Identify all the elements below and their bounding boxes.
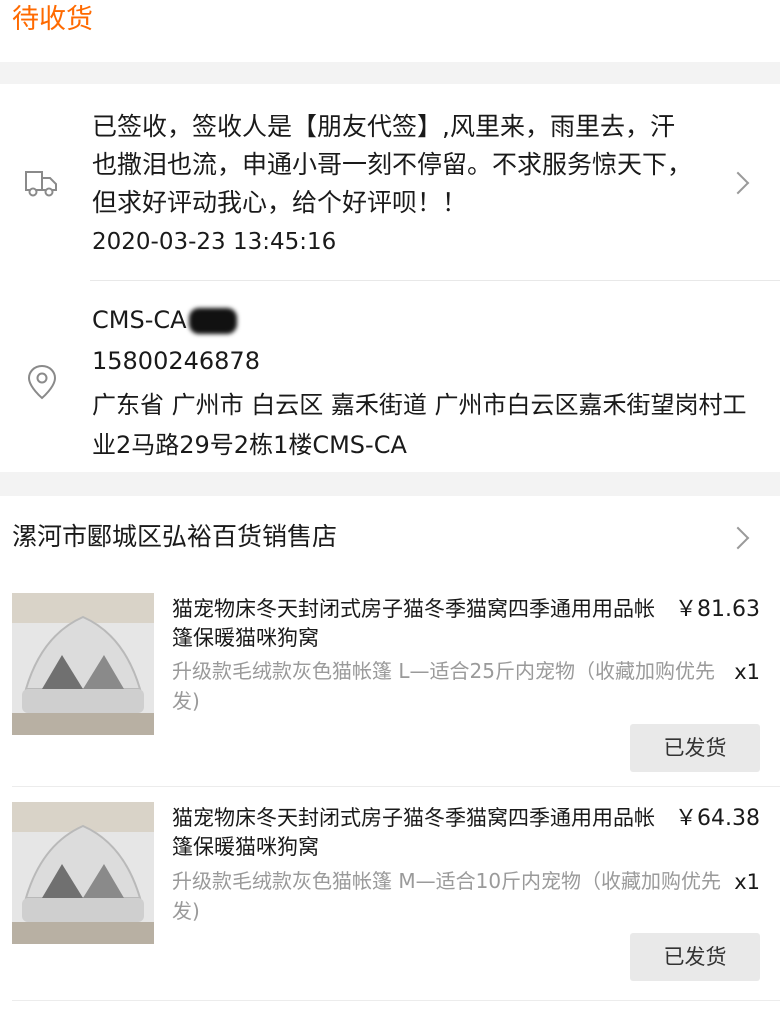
- product-title[interactable]: 猫宠物床冬天封闭式房子猫冬季猫窝四季通用用品帐篷保暖猫咪狗窝: [172, 595, 672, 653]
- shop-name[interactable]: 漯河市郾城区弘裕百货销售店: [12, 517, 337, 557]
- truck-icon: [25, 171, 57, 197]
- product-title[interactable]: 猫宠物床冬天封闭式房子猫冬季猫窝四季通用用品帐篷保暖猫咪狗窝: [172, 804, 672, 862]
- shipped-button[interactable]: 已发货: [630, 724, 760, 772]
- product-thumbnail[interactable]: [12, 593, 154, 735]
- cat-tent-image: [12, 802, 154, 944]
- recipient-address: 广东省 广州市 白云区 嘉禾街道 广州市白云区嘉禾街望岗村工业2马路29号2栋1…: [92, 391, 747, 459]
- location-pin-icon: [27, 364, 57, 400]
- product-price: ￥64.38: [675, 806, 760, 831]
- order-status-bar: 待收货: [0, 0, 780, 62]
- divider: [90, 280, 780, 281]
- cat-tent-image: [12, 593, 154, 735]
- shipped-button[interactable]: 已发货: [630, 933, 760, 981]
- order-status-title: 待收货: [12, 4, 93, 35]
- product-thumbnail[interactable]: [12, 802, 154, 944]
- product-quantity: x1: [734, 870, 760, 894]
- redacted-name: [188, 308, 237, 334]
- logistics-time: 2020-03-23 13:45:16: [92, 229, 337, 255]
- divider: [12, 786, 780, 787]
- divider: [12, 1000, 780, 1001]
- product-sku: 升级款毛绒款灰色猫帐篷 L—适合25斤内宠物（收藏加购优先发): [172, 659, 715, 713]
- product-price: ￥81.63: [675, 597, 760, 622]
- recipient-phone: 15800246878: [92, 347, 260, 375]
- product-sku: 升级款毛绒款灰色猫帐篷 M—适合10斤内宠物（收藏加购优先发): [172, 869, 722, 923]
- recipient-name: CMS-CA: [92, 303, 237, 337]
- logistics-message: 已签收，签收人是【朋友代签】,风里来，雨里去，汗也撒泪也流，申通小哥一刻不停留。…: [92, 112, 693, 217]
- product-quantity: x1: [734, 660, 760, 684]
